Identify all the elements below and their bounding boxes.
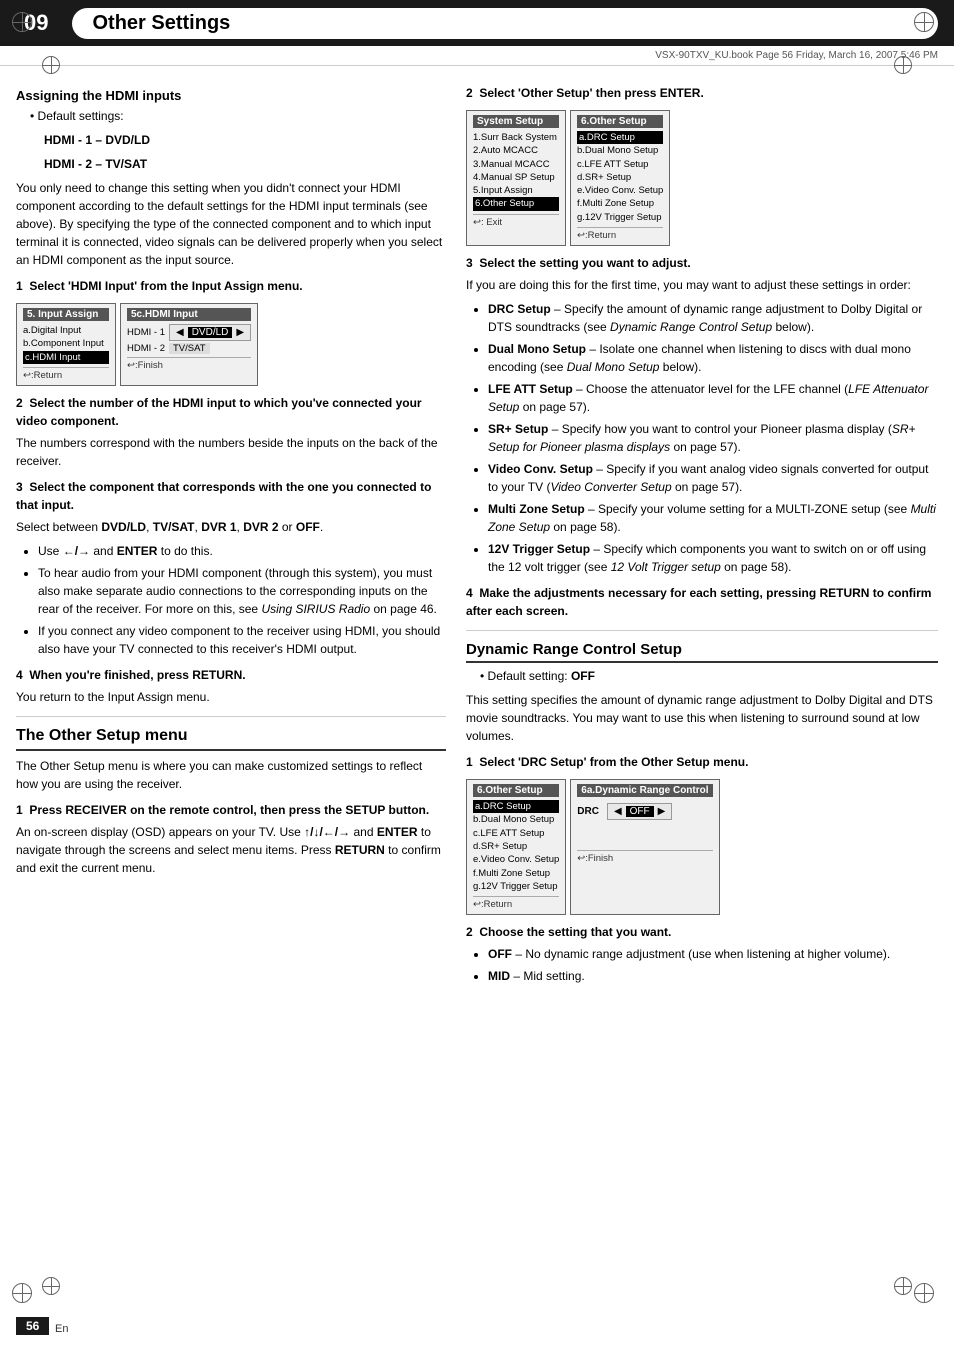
right-step2: 2 Select 'Other Setup' then press ENTER. [466,84,938,102]
other-setup-step1-body: An on-screen display (OSD) appears on yo… [16,823,446,877]
osd-item: b.Dual Mono Setup [473,813,559,826]
osd-item: f.Multi Zone Setup [473,867,559,880]
osd3-right-box: 6a.Dynamic Range Control DRC ◀OFF▶ ↩:Fin… [570,779,719,915]
other-setup-body: The Other Setup menu is where you can ma… [16,757,446,793]
osd2-left-title: System Setup [473,115,559,128]
osd-diagram-2: System Setup 1.Surr Back System 2.Auto M… [466,110,938,246]
drc-section-title: Dynamic Range Control Setup [466,641,938,663]
drc-choices: OFF – No dynamic range adjustment (use w… [488,945,938,985]
right-step4: 4 Make the adjustments necessary for eac… [466,584,938,620]
hdmi-step3-body: Select between DVD/LD, TV/SAT, DVR 1, DV… [16,518,446,536]
bullet-item: SR+ Setup – Specify how you want to cont… [488,420,938,456]
osd-item-highlighted: a.DRC Setup [473,800,559,813]
osd2-left-footer: ↩: Exit [473,214,559,228]
hdmi-step3-heading: 3 Select the component that corresponds … [16,478,446,514]
bullet-item: Dual Mono Setup – Isolate one channel wh… [488,340,938,376]
hdmi-step4-body: You return to the Input Assign menu. [16,688,446,706]
drc-label: DRC [577,806,599,817]
osd-left-box-1: 5. Input Assign a.Digital Input b.Compon… [16,303,116,386]
osd-right-box-1: 5c.HDMI Input HDMI - 1 ◀DVD/LD▶ HDMI - 2… [120,303,258,386]
osd3-left-title: 6.Other Setup [473,784,559,797]
osd3-right-title: 6a.Dynamic Range Control [577,784,712,797]
bullet-item: Use ←/→ and ENTER to do this. [38,542,446,560]
hdmi2-setting: HDMI - 2 – TV/SAT [44,155,446,173]
osd-item: a.Digital Input [23,324,109,337]
osd-item: f.Multi Zone Setup [577,197,663,210]
bullet-item: 12V Trigger Setup – Specify which compon… [488,540,938,576]
osd-item: 1.Surr Back System [473,131,559,144]
osd3-left-box: 6.Other Setup a.DRC Setup b.Dual Mono Se… [466,779,566,915]
bullet-item: OFF – No dynamic range adjustment (use w… [488,945,938,963]
page-lang: En [55,1323,68,1335]
bullet-item: If you connect any video component to th… [38,622,446,658]
hdmi-default-label: • Default settings: [30,107,446,125]
hdmi-step4-heading: 4 When you're finished, press RETURN. [16,666,446,684]
hdmi1-label: HDMI - 1 [127,327,165,338]
hdmi-step2-heading: 2 Select the number of the HDMI input to… [16,394,446,430]
page-title: Other Settings [92,12,230,34]
hdmi-step1-heading: 1 Select 'HDMI Input' from the Input Ass… [16,277,446,295]
osd-item: e.Video Conv. Setup [473,853,559,866]
osd-item: 2.Auto MCACC [473,144,559,157]
osd-item: d.SR+ Setup [577,171,663,184]
bullet-item: To hear audio from your HDMI component (… [38,564,446,618]
right-column: 2 Select 'Other Setup' then press ENTER.… [466,76,938,991]
osd2-right-title: 6.Other Setup [577,115,663,128]
hdmi-body: You only need to change this setting whe… [16,179,446,269]
hdmi2-label: HDMI - 2 [127,343,165,354]
osd-footer-2: ↩:Finish [127,357,251,371]
settings-bullets: DRC Setup – Specify the amount of dynami… [488,300,938,576]
osd-item: 4.Manual SP Setup [473,171,559,184]
drc-step1: 1 Select 'DRC Setup' from the Other Setu… [466,753,938,771]
drc-value: ◀OFF▶ [607,803,672,820]
right-step3-body: If you are doing this for the first time… [466,276,938,294]
osd-item: b.Component Input [23,337,109,350]
osd-left-title-1: 5. Input Assign [23,308,109,321]
bullet-item: Video Conv. Setup – Specify if you want … [488,460,938,496]
hdmi-bullets: Use ←/→ and ENTER to do this. To hear au… [38,542,446,658]
osd-item-highlighted: a.DRC Setup [577,131,663,144]
osd-item: e.Video Conv. Setup [577,184,663,197]
osd-item: c.LFE ATT Setup [577,158,663,171]
hdmi1-setting: HDMI - 1 – DVD/LD [44,131,446,149]
header-bar: 09 Other Settings [0,0,954,46]
osd2-left-box: System Setup 1.Surr Back System 2.Auto M… [466,110,566,246]
osd-item: c.LFE ATT Setup [473,827,559,840]
osd-diagram-1: 5. Input Assign a.Digital Input b.Compon… [16,303,446,386]
osd-item: b.Dual Mono Setup [577,144,663,157]
bullet-item: MID – Mid setting. [488,967,938,985]
osd-item: g.12V Trigger Setup [473,880,559,893]
file-info: VSX-90TXV_KU.book Page 56 Friday, March … [0,46,954,66]
left-column: Assigning the HDMI inputs • Default sett… [16,76,446,991]
other-setup-step1: 1 Press RECEIVER on the remote control, … [16,801,446,819]
header-title-box: Other Settings [72,8,938,39]
drc-default: • Default setting: OFF [480,667,938,685]
osd-right-title-1: 5c.HDMI Input [127,308,251,321]
osd-diagram-3: 6.Other Setup a.DRC Setup b.Dual Mono Se… [466,779,938,915]
hdmi1-value: ◀DVD/LD▶ [169,324,251,341]
hdmi-step2-body: The numbers correspond with the numbers … [16,434,446,470]
right-step3: 3 Select the setting you want to adjust. [466,254,938,272]
page-number: 56 [16,1317,49,1335]
osd2-right-footer: ↩:Return [577,227,663,241]
bullet-item: Multi Zone Setup – Specify your volume s… [488,500,938,536]
osd2-right-box: 6.Other Setup a.DRC Setup b.Dual Mono Se… [570,110,670,246]
other-setup-menu-title: The Other Setup menu [16,727,446,751]
osd-item-highlighted: 6.Other Setup [473,197,559,210]
osd-item-highlighted: c.HDMI Input [23,351,109,364]
bullet-item: DRC Setup – Specify the amount of dynami… [488,300,938,336]
osd-footer: ↩:Return [23,367,109,381]
drc-step2: 2 Choose the setting that you want. [466,923,938,941]
hdmi2-value: TV/SAT [169,343,210,354]
osd3-right-footer: ↩:Finish [577,850,712,864]
hdmi-section-title: Assigning the HDMI inputs [16,88,446,103]
osd-item: d.SR+ Setup [473,840,559,853]
osd-item: g.12V Trigger Setup [577,211,663,224]
drc-body: This setting specifies the amount of dyn… [466,691,938,745]
osd-item: 5.Input Assign [473,184,559,197]
bullet-item: LFE ATT Setup – Choose the attenuator le… [488,380,938,416]
osd3-left-footer: ↩:Return [473,896,559,910]
osd-item: 3.Manual MCACC [473,158,559,171]
